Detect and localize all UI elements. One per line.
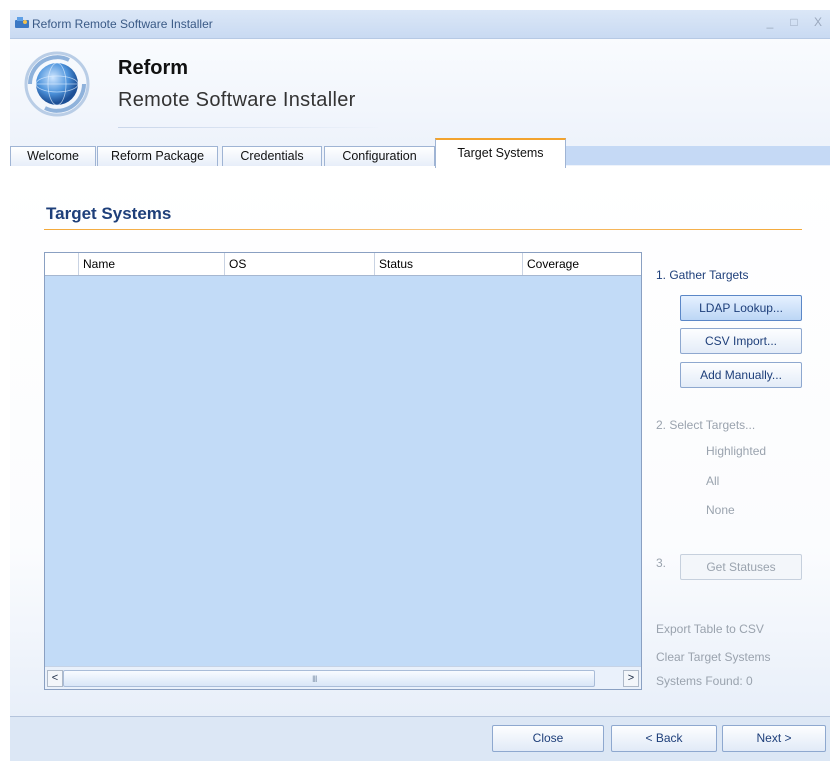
title-divider <box>44 229 802 230</box>
close-window-button[interactable]: X <box>806 12 830 32</box>
target-systems-table[interactable]: Name OS Status Coverage < III > <box>44 252 642 690</box>
scroll-grip-icon: III <box>312 674 317 684</box>
minimize-button[interactable]: _ <box>758 12 782 32</box>
table-body[interactable] <box>45 276 641 666</box>
step2-label: 2. Select Targets... <box>656 418 756 432</box>
close-button[interactable]: Close <box>492 725 604 752</box>
tab-target-systems[interactable]: Target Systems <box>435 138 566 168</box>
page-title: Target Systems <box>46 204 172 223</box>
select-all-link[interactable]: All <box>706 474 719 488</box>
tab-welcome[interactable]: Welcome <box>10 146 96 166</box>
step1-label: 1. Gather Targets <box>656 268 749 282</box>
ldap-lookup-button[interactable]: LDAP Lookup... <box>680 295 802 321</box>
tab-reform-package[interactable]: Reform Package <box>97 146 218 166</box>
horizontal-scrollbar[interactable]: < III > <box>45 666 641 689</box>
column-header-os[interactable]: OS <box>225 253 375 275</box>
app-header: Reform Remote Software Installer <box>10 39 830 144</box>
column-header-name[interactable]: Name <box>79 253 225 275</box>
header-divider <box>118 127 378 128</box>
column-header-coverage[interactable]: Coverage <box>523 253 641 275</box>
csv-import-button[interactable]: CSV Import... <box>680 328 802 354</box>
select-highlighted-link[interactable]: Highlighted <box>706 444 766 458</box>
back-button[interactable]: < Back <box>611 725 717 752</box>
app-window: Reform Remote Software Installer _ □ X R… <box>10 10 830 761</box>
scroll-right-button[interactable]: > <box>623 670 639 687</box>
actions-sidebar: 1. Gather Targets LDAP Lookup... CSV Imp… <box>650 252 830 702</box>
maximize-button[interactable]: □ <box>782 12 806 32</box>
column-header-selector[interactable] <box>45 253 79 275</box>
systems-found-count: Systems Found: 0 <box>656 674 753 688</box>
window-controls: _ □ X <box>758 12 830 32</box>
column-header-status[interactable]: Status <box>375 253 523 275</box>
export-csv-link[interactable]: Export Table to CSV <box>656 622 764 636</box>
scroll-left-button[interactable]: < <box>47 670 63 687</box>
next-button[interactable]: Next > <box>722 725 826 752</box>
globe-logo-icon <box>24 51 90 117</box>
select-none-link[interactable]: None <box>706 503 735 517</box>
add-manually-button[interactable]: Add Manually... <box>680 362 802 388</box>
scroll-thumb[interactable]: III <box>63 670 595 687</box>
brand-name: Reform <box>118 57 189 79</box>
step3-label: 3. <box>656 556 667 570</box>
tab-configuration[interactable]: Configuration <box>324 146 435 166</box>
app-icon <box>15 17 29 28</box>
target-systems-panel: Target Systems Name OS Status Coverage <… <box>10 166 830 716</box>
brand-subtitle: Remote Software Installer <box>118 89 356 111</box>
get-statuses-button[interactable]: Get Statuses <box>680 554 802 580</box>
tab-strip-filler <box>566 146 830 165</box>
table-header: Name OS Status Coverage <box>45 253 641 276</box>
clear-targets-link[interactable]: Clear Target Systems <box>656 650 771 664</box>
tab-credentials[interactable]: Credentials <box>222 146 322 166</box>
window-title: Reform Remote Software Installer <box>32 17 213 31</box>
tab-strip: Welcome Reform Package Credentials Confi… <box>10 138 830 168</box>
wizard-footer: Close < Back Next > <box>10 716 830 761</box>
title-bar: Reform Remote Software Installer _ □ X <box>10 10 830 39</box>
